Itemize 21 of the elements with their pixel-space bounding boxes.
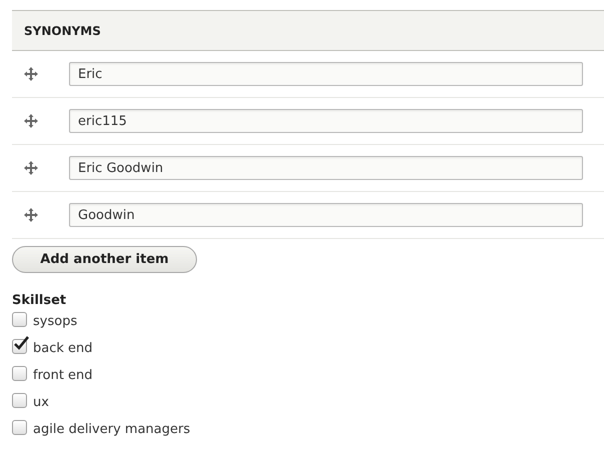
checkbox[interactable]	[12, 312, 27, 327]
synonym-field[interactable]: Goodwin	[69, 203, 583, 227]
checkbox-label: ux	[33, 395, 49, 410]
drag-handle-icon[interactable]	[24, 67, 38, 81]
checkbox[interactable]	[12, 393, 27, 408]
checkbox-label: back end	[33, 341, 93, 356]
synonym-field[interactable]: Eric Goodwin	[69, 156, 583, 180]
add-item-button[interactable]: Add another item	[12, 246, 197, 273]
field-label: Skillset	[12, 293, 68, 308]
drag-handle-icon[interactable]	[24, 114, 38, 128]
checkbox[interactable]	[12, 366, 27, 381]
drag-handle-icon[interactable]	[24, 208, 38, 222]
table-heading: SYNONYMS	[24, 24, 101, 38]
synonym-field[interactable]: eric115	[69, 109, 583, 133]
checkbox[interactable]	[12, 339, 27, 354]
synonym-field[interactable]: Eric	[69, 62, 583, 86]
checkbox-label: sysops	[33, 314, 78, 329]
checkbox-label: front end	[33, 368, 93, 383]
drag-handle-icon[interactable]	[24, 161, 38, 175]
checkbox-label: agile delivery managers	[33, 422, 190, 437]
checkbox[interactable]	[12, 420, 27, 435]
